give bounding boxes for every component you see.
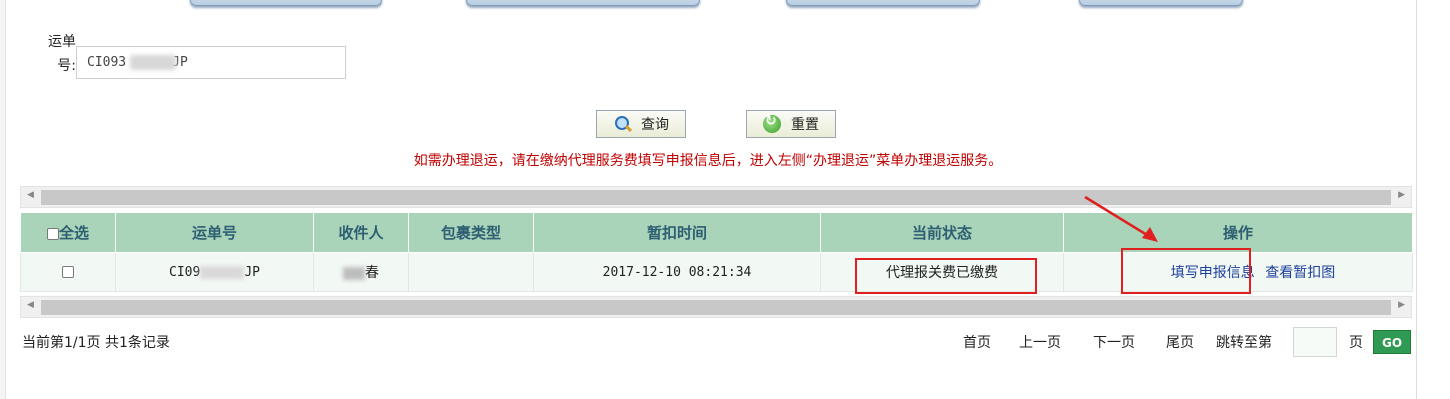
header-select-all[interactable]: 全选: [20, 212, 116, 253]
waybill-label: 运单号:: [48, 34, 76, 74]
query-button-label: 查询: [641, 117, 669, 133]
scrollbar-thumb[interactable]: [41, 300, 1391, 315]
status-highlight-box: [855, 258, 1037, 294]
header-waybill: 运单号: [115, 212, 314, 253]
waybill-blur-mask: [130, 55, 176, 70]
select-all-label: 全选: [58, 224, 89, 242]
pager-page-unit: 页: [1349, 335, 1363, 351]
row-recipient-blur: [343, 266, 365, 280]
notice-text: 如需办理退运，请在缴纳代理服务费填写申报信息后，进入左侧“办理退运”菜单办理退运…: [413, 153, 1003, 169]
pager-jump-input[interactable]: [1293, 327, 1337, 357]
view-detain-image-link[interactable]: 查看暂扣图: [1265, 265, 1335, 281]
table-header-row: 全选 运单号 收件人 包裹类型 暂扣时间 当前状态 操作: [20, 212, 1413, 253]
row-select-cell: [20, 252, 116, 292]
waybill-input[interactable]: CI093 JP: [76, 46, 346, 79]
row-waybill-blur: [200, 265, 245, 279]
header-status: 当前状态: [820, 212, 1064, 253]
horizontal-scrollbar-bottom[interactable]: ◀ ▶: [20, 296, 1412, 318]
query-button[interactable]: 查询: [596, 110, 686, 138]
select-all-checkbox[interactable]: [46, 227, 59, 240]
scroll-left-arrow-icon[interactable]: ◀: [27, 300, 34, 310]
top-tab-1[interactable]: [190, 0, 382, 6]
header-package-type: 包裹类型: [408, 212, 534, 253]
scroll-left-arrow-icon[interactable]: ◀: [27, 190, 34, 200]
pager-prev[interactable]: 上一页: [1019, 332, 1061, 352]
left-border: [0, 0, 6, 399]
row-waybill-suffix: JP: [244, 264, 260, 280]
right-scroll-area: [1416, 0, 1450, 399]
top-tab-2[interactable]: [466, 0, 700, 6]
scroll-right-arrow-icon[interactable]: ▶: [1398, 190, 1405, 200]
search-icon: [613, 115, 631, 133]
top-tab-3[interactable]: [786, 0, 980, 6]
pager-first[interactable]: 首页: [963, 332, 991, 352]
row-waybill-prefix: CI09: [169, 264, 201, 280]
scrollbar-thumb[interactable]: [41, 190, 1391, 205]
pager-jump-label: 跳转至第: [1216, 335, 1272, 351]
row-checkbox[interactable]: [62, 266, 74, 278]
top-tab-4[interactable]: [1079, 0, 1243, 6]
waybill-input-prefix: CI093: [87, 55, 127, 70]
action-highlight-box: [1121, 248, 1251, 294]
row-recipient-suffix: 春: [365, 265, 379, 281]
reset-button[interactable]: 重置: [746, 110, 836, 138]
row-recipient: 春: [313, 252, 409, 292]
pager-info: 当前第1/1页 共1条记录: [22, 335, 170, 351]
pager-go-button[interactable]: GO: [1373, 330, 1411, 354]
arrow-annotation-icon: [1084, 195, 1158, 242]
scroll-right-arrow-icon[interactable]: ▶: [1398, 300, 1405, 310]
pager-last[interactable]: 尾页: [1166, 332, 1194, 352]
row-package-type: [408, 252, 534, 292]
row-detain-time: 2017-12-10 08:21:34: [533, 252, 821, 292]
header-detain-time: 暂扣时间: [533, 212, 821, 253]
pager-next[interactable]: 下一页: [1093, 332, 1135, 352]
reset-icon: [763, 113, 781, 133]
row-waybill: CI09 JP: [115, 252, 314, 292]
header-recipient: 收件人: [313, 212, 409, 253]
reset-button-label: 重置: [791, 117, 819, 133]
horizontal-scrollbar-top[interactable]: ◀ ▶: [20, 186, 1412, 208]
